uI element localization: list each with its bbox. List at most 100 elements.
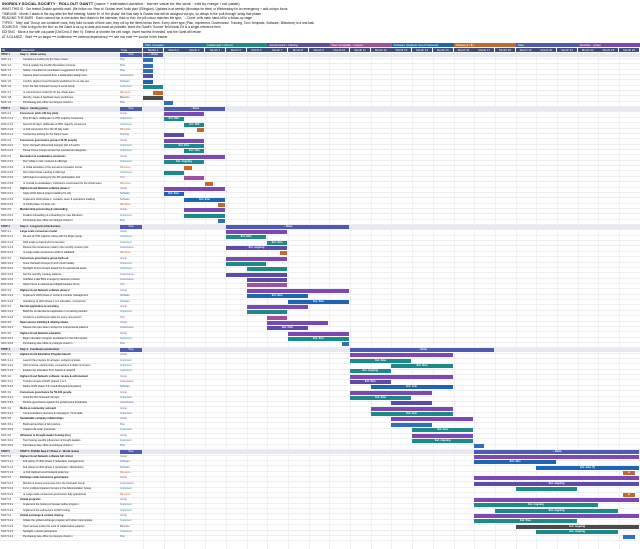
gantt-bar[interactable] — [350, 353, 453, 358]
row-id[interactable]: SOC 3.1.4 — [1, 251, 20, 255]
row-id[interactable]: SOC 1.4 — [1, 74, 20, 78]
type-cell[interactable]: Implement — [120, 241, 142, 245]
action-item[interactable]: Highest Good Network software phase 1 — [20, 187, 119, 191]
row-id[interactable]: SOC 1.2 — [1, 64, 20, 68]
action-item[interactable]: Implement the hosting of Gustav online p… — [23, 503, 119, 507]
gantt-bar[interactable]: Est. 2mo — [267, 326, 308, 331]
month-header[interactable]: Month 22 — [577, 48, 598, 52]
action-item[interactable]: Add curricula, identity links, connectio… — [23, 364, 119, 368]
action-item[interactable]: Full rollout of HGN phase 4 (production … — [23, 466, 119, 470]
step-title[interactable]: Step 3 · Long-term infrastructure — [20, 225, 119, 229]
action-item[interactable]: Highest Good Network education — [20, 332, 119, 336]
type-cell[interactable]: Implement — [120, 214, 142, 218]
type-cell[interactable]: Implement — [120, 530, 142, 534]
action-item[interactable]: Transfer review of HGN phases 1 & 2 — [23, 380, 119, 384]
type-cell[interactable]: Implement — [120, 144, 142, 148]
action-item[interactable]: Confirm Highest Good Network Guidelines … — [23, 80, 119, 84]
type-cell[interactable]: Group — [120, 476, 142, 480]
type-cell[interactable]: Plan — [120, 101, 142, 105]
month-header[interactable]: Month 24 — [619, 48, 640, 52]
type-cell[interactable]: Implement — [120, 503, 142, 507]
gantt-bar[interactable] — [391, 401, 432, 406]
action-item[interactable]: Influencer & thought-leader hosting (run… — [20, 434, 119, 438]
action-item[interactable]: Full large-scale consensus governance — [20, 476, 119, 480]
type-cell[interactable]: Implement — [120, 85, 142, 89]
action-item[interactable]: Conference hosting for the Step 2 team — [23, 58, 119, 62]
month-header[interactable]: Month 18 — [494, 48, 515, 52]
row-id[interactable]: SOC 2.4.2 — [1, 198, 20, 202]
gantt-bar[interactable] — [267, 315, 288, 320]
type-cell[interactable]: Baseline — [120, 525, 142, 529]
action-item[interactable]: Open access tracking & sharing values — [20, 321, 119, 325]
action-item[interactable]: From the first Outreach Group & Local Gr… — [23, 85, 119, 89]
month-header[interactable]: Month 7 — [267, 48, 288, 52]
gantt-bar[interactable] — [163, 138, 205, 143]
row-id[interactable]: SOC 2.2.2 — [1, 149, 20, 153]
row-id[interactable]: SOC 4.6 — [1, 434, 20, 438]
row-id[interactable]: SOC 5.1.2 — [1, 466, 20, 470]
gantt-bar[interactable]: Est. 3mo — [246, 294, 308, 299]
gantt-bar[interactable] — [474, 513, 639, 518]
action-item[interactable]: Consensus pilots (30 day plan) — [20, 112, 119, 116]
month-header[interactable]: Month 2 — [163, 48, 184, 52]
gantt-bar[interactable] — [474, 476, 639, 481]
gantt-bar[interactable] — [279, 251, 288, 256]
type-cell[interactable]: Step — [120, 53, 142, 57]
action-item[interactable]: Global exchange & contact sharing — [20, 514, 119, 518]
row-id[interactable]: SOC 3.5.1 — [1, 326, 20, 330]
type-cell[interactable]: Step — [120, 347, 142, 352]
action-item[interactable]: Introduce a tracking template for every … — [23, 316, 119, 320]
type-cell[interactable]: Plan — [120, 342, 142, 346]
gantt-bar[interactable] — [184, 176, 205, 181]
row-id[interactable]: SOC 3.4.1 — [1, 310, 20, 314]
action-item[interactable]: Highest Good Education Program launch — [20, 353, 119, 357]
gantt-bar[interactable]: Est. 2mo — [163, 144, 205, 149]
gantt-bar[interactable] — [184, 165, 192, 170]
row-id[interactable]: SOC 3.4 — [1, 305, 20, 309]
row-id[interactable]: SOC 4.1.3 — [1, 369, 20, 373]
action-item[interactable]: Purchasing lane office & prototype check… — [23, 444, 119, 448]
row-id[interactable]: SOC 3.5 — [1, 321, 20, 325]
type-cell[interactable]: Implement — [120, 235, 142, 239]
action-item[interactable]: ★ Large-scale consensus model is validat… — [23, 251, 119, 255]
gantt-bar[interactable] — [225, 272, 288, 277]
action-item[interactable]: Consensus governance groups (10-30 peopl… — [20, 139, 119, 143]
month-header[interactable]: Month 9 — [308, 48, 329, 52]
gantt-bar[interactable] — [225, 256, 288, 261]
type-cell[interactable]: Group — [120, 230, 142, 234]
month-header[interactable]: Month 21 — [557, 48, 578, 52]
action-item[interactable]: Explore the education from Gustav & netw… — [23, 369, 119, 373]
gantt-bar[interactable] — [163, 187, 225, 191]
type-cell[interactable]: Tool — [120, 316, 142, 320]
action-item[interactable]: Large-scale consensus model — [20, 230, 119, 234]
gantt-bar[interactable] — [246, 304, 308, 309]
type-cell[interactable]: Group — [120, 434, 142, 438]
month-header[interactable]: Month 4 — [205, 48, 226, 52]
type-cell[interactable]: Implement — [120, 160, 142, 164]
month-header[interactable]: Month 3 — [184, 48, 205, 52]
row-id[interactable]: SOC 4.5.2 — [1, 428, 20, 432]
row-id[interactable]: SOC 2.3.2 — [1, 166, 20, 170]
action-item[interactable]: Highest Good Network software: review & … — [20, 375, 119, 379]
gantt-bar[interactable]: Est. ongoing — [515, 524, 639, 529]
type-cell[interactable]: Group — [120, 289, 142, 293]
gantt-bar[interactable]: Est. 3mo — [350, 358, 412, 363]
gantt-bar[interactable]: Est. ongoing — [163, 160, 205, 165]
row-id[interactable]: SOC 5.4.3 — [1, 530, 20, 534]
type-cell[interactable]: Software — [120, 198, 142, 202]
gantt-bar[interactable] — [163, 170, 184, 175]
gantt-bar[interactable]: → Done — [225, 224, 350, 229]
action-item[interactable]: Consensus governance for 50-100 people — [20, 391, 119, 395]
step-title[interactable]: Step 4 · Combined construction — [20, 348, 119, 352]
row-id[interactable]: SOC 3.1.3 — [1, 246, 20, 250]
gantt-bar[interactable]: → Done — [350, 347, 495, 352]
row-id[interactable]: SOC 4.2.1 — [1, 380, 20, 384]
gantt-bar[interactable]: Est. ongoing — [225, 245, 288, 250]
gantt-bar[interactable] — [184, 208, 225, 213]
type-cell[interactable]: Tool — [120, 176, 142, 180]
gantt-bar[interactable] — [474, 455, 639, 459]
action-item[interactable]: ★ Full Highest Good Network scale live — [23, 471, 119, 475]
gantt-bar[interactable]: Est. 5mo — [474, 519, 577, 524]
row-id[interactable]: SOC 4.6.2 — [1, 444, 20, 448]
row-id[interactable]: SOC 2.4 — [1, 187, 20, 191]
